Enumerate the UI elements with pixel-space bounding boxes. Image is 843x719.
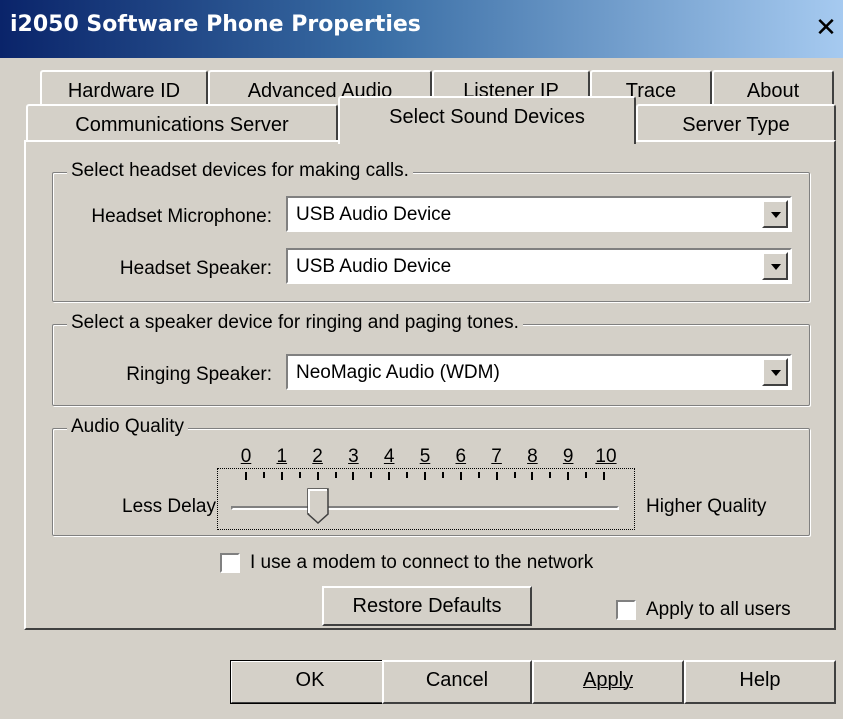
- tab-select-sound-devices[interactable]: Select Sound Devices: [338, 96, 636, 144]
- ringing-speaker-select[interactable]: NeoMagic Audio (WDM): [286, 354, 792, 390]
- combo-value: NeoMagic Audio (WDM): [296, 362, 500, 383]
- headset-microphone-select[interactable]: USB Audio Device: [286, 196, 792, 232]
- title-bar[interactable]: i2050 Software Phone Properties ✕: [0, 0, 843, 58]
- apply-all-users-checkbox[interactable]: [616, 600, 636, 620]
- properties-dialog: i2050 Software Phone Properties ✕ Hardwa…: [0, 0, 843, 719]
- tab-label: Server Type: [682, 114, 790, 136]
- tab-server-type[interactable]: Server Type: [636, 104, 836, 142]
- ok-button[interactable]: OK: [230, 660, 390, 704]
- less-delay-label: Less Delay: [122, 496, 216, 517]
- close-icon[interactable]: ✕: [812, 14, 840, 42]
- headset-speaker-label: Headset Speaker:: [119, 258, 272, 279]
- group-legend: Select headset devices for making calls.: [67, 160, 413, 182]
- chevron-down-icon[interactable]: [762, 358, 788, 386]
- higher-quality-label: Higher Quality: [646, 496, 767, 517]
- apply-button[interactable]: Apply: [532, 660, 684, 704]
- restore-defaults-button[interactable]: Restore Defaults: [322, 586, 532, 626]
- scale-label: 6: [455, 446, 467, 467]
- scale-label: 0: [240, 446, 252, 467]
- cancel-button[interactable]: Cancel: [382, 660, 532, 704]
- scale-label: 2: [312, 446, 323, 467]
- help-button[interactable]: Help: [684, 660, 836, 704]
- button-label: OK: [295, 669, 325, 691]
- scale-label: 3: [348, 446, 359, 467]
- slider-thumb[interactable]: [306, 488, 329, 525]
- scale-label: 10: [595, 446, 617, 467]
- combo-value: USB Audio Device: [296, 204, 452, 225]
- chevron-down-icon[interactable]: [762, 200, 788, 228]
- scale-label: 9: [562, 446, 574, 467]
- slider-track: [231, 506, 619, 510]
- scale-label: 4: [383, 446, 395, 467]
- combo-value: USB Audio Device: [296, 256, 452, 277]
- audio-quality-slider[interactable]: [217, 468, 635, 530]
- group-legend: Audio Quality: [67, 416, 189, 438]
- scale-label: 5: [419, 446, 431, 467]
- modem-checkbox[interactable]: [220, 553, 240, 573]
- tab-communications-server[interactable]: Communications Server: [26, 104, 338, 142]
- group-legend: Select a speaker device for ringing and …: [67, 312, 523, 334]
- headset-speaker-select[interactable]: USB Audio Device: [286, 248, 792, 284]
- button-label: Cancel: [425, 669, 489, 691]
- scale-label: 7: [491, 446, 502, 467]
- button-label: Apply: [582, 669, 634, 691]
- tab-label: Hardware ID: [67, 80, 181, 102]
- chevron-down-icon[interactable]: [762, 252, 788, 280]
- button-label: Restore Defaults: [352, 595, 502, 617]
- scale-label: 1: [276, 446, 288, 467]
- tab-label: Select Sound Devices: [389, 106, 585, 128]
- tab-label: Communications Server: [75, 114, 289, 136]
- modem-checkbox-label[interactable]: I use a modem to connect to the network: [250, 552, 593, 574]
- window-title: i2050 Software Phone Properties: [10, 12, 421, 37]
- apply-all-users-label[interactable]: Apply to all users: [646, 599, 791, 621]
- tab-label: About: [746, 80, 800, 102]
- ringing-speaker-label: Ringing Speaker:: [126, 364, 272, 385]
- button-label: Help: [739, 669, 781, 691]
- scale-label: 8: [527, 446, 538, 467]
- headset-microphone-label: Headset Microphone:: [91, 206, 272, 227]
